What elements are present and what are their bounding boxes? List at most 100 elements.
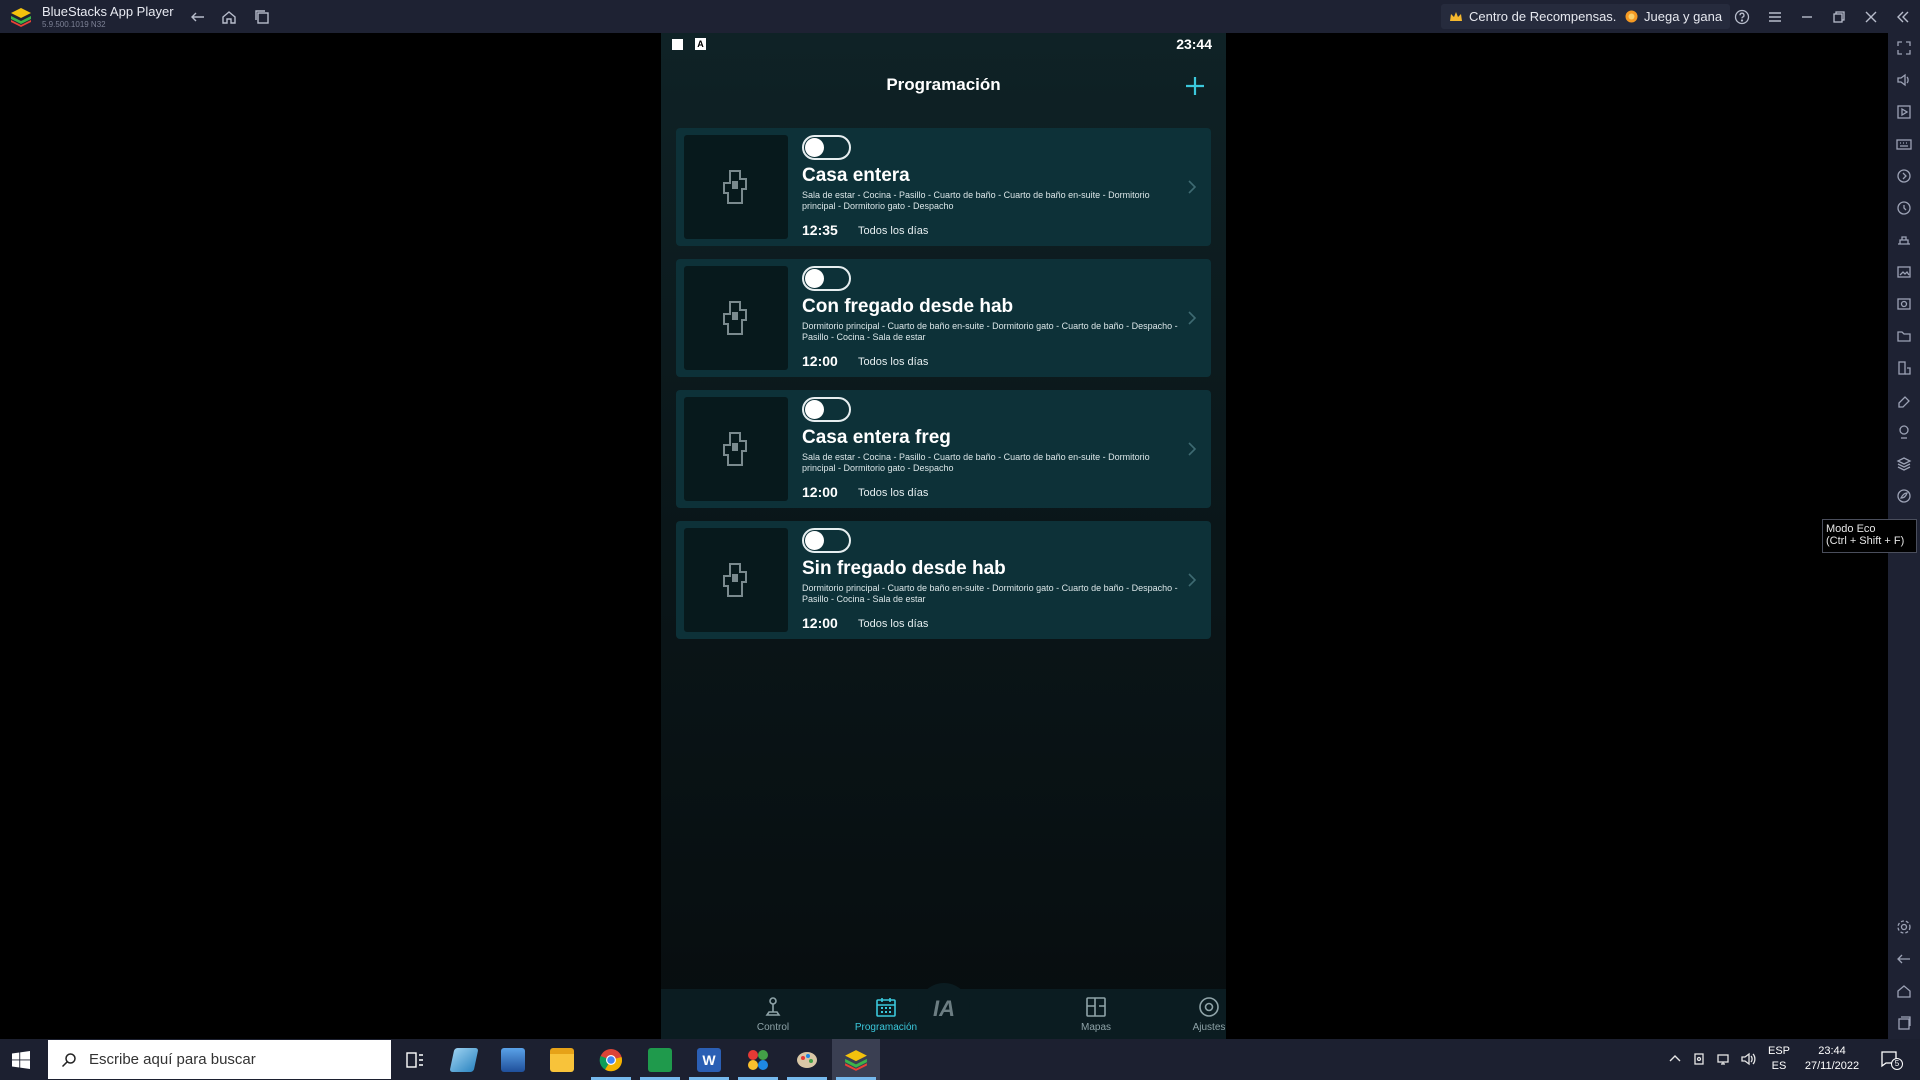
gallery-icon[interactable]	[1896, 264, 1912, 280]
toggle-knob	[805, 269, 824, 288]
schedule-title: Casa entera	[802, 165, 910, 186]
schedule-card[interactable]: Casa entera freg Sala de estar - Cocina …	[676, 390, 1211, 508]
schedule-toggle[interactable]	[802, 528, 851, 553]
schedule-toggle[interactable]	[802, 135, 851, 160]
taskbar-bluestacks-icon[interactable]	[832, 1039, 880, 1080]
minimize-icon[interactable]	[1798, 8, 1816, 26]
taskbar-search-box[interactable]: Escribe aquí para buscar	[48, 1040, 391, 1079]
recent-apps-icon[interactable]	[1896, 1015, 1912, 1031]
notification-a-icon: A	[695, 38, 706, 50]
tray-volume-icon[interactable]	[1740, 1051, 1756, 1067]
schedule-days: Todos los días	[858, 225, 929, 237]
play-and-earn-label: Juega y gana	[1644, 9, 1723, 24]
schedule-days: Todos los días	[858, 356, 929, 368]
robot-map-icon	[723, 301, 747, 335]
bluestacks-logo-icon	[11, 8, 31, 27]
screen-record-icon[interactable]	[1896, 104, 1912, 120]
multi-instance-icon[interactable]	[253, 8, 271, 26]
restore-icon[interactable]	[1830, 8, 1848, 26]
layers-icon[interactable]	[1896, 456, 1912, 472]
tooltip-shortcut: (Ctrl + Shift + F)	[1826, 535, 1905, 547]
screenshot-icon[interactable]	[1896, 296, 1912, 312]
taskbar-app-paint-icon[interactable]	[783, 1039, 831, 1080]
location-icon[interactable]	[1896, 424, 1912, 440]
taskbar-app-notes-icon[interactable]	[440, 1039, 488, 1080]
notifications-icon[interactable]: 5	[1880, 1050, 1903, 1070]
notification-square-icon	[672, 39, 683, 50]
close-icon[interactable]	[1862, 8, 1880, 26]
taskbar-chrome-icon[interactable]	[587, 1039, 635, 1080]
schedule-title: Casa entera freg	[802, 427, 951, 448]
clock-time: 23:44	[1818, 1045, 1846, 1057]
language-code: ESP	[1767, 1045, 1790, 1057]
schedule-rooms: Sala de estar - Cocina - Pasillo - Cuart…	[802, 190, 1150, 211]
nav-ai-button[interactable]: IA	[918, 983, 970, 1035]
tray-network-icon[interactable]	[1716, 1051, 1732, 1067]
schedule-days: Todos los días	[858, 618, 929, 630]
install-apk-icon[interactable]	[1896, 360, 1912, 376]
schedule-card[interactable]: Sin fregado desde hab Dormitorio princip…	[676, 521, 1211, 639]
add-schedule-plus-icon[interactable]	[1182, 73, 1208, 99]
joystick-icon	[765, 997, 781, 1016]
rewards-center-button[interactable]: Centro de Recompensas.	[1441, 4, 1625, 29]
folder-icon[interactable]	[1896, 328, 1912, 344]
schedule-card[interactable]: Casa entera Sala de estar - Cocina - Pas…	[676, 128, 1211, 246]
sync-icon[interactable]	[1896, 200, 1912, 216]
nav-maps-label: Mapas	[1080, 1022, 1111, 1033]
schedule-card[interactable]: Con fregado desde hab Dormitorio princip…	[676, 259, 1211, 377]
keyboard-icon[interactable]	[1896, 136, 1912, 152]
back-arrow-icon[interactable]	[189, 8, 207, 26]
game-controls-icon[interactable]	[1896, 232, 1912, 248]
eco-mode-icon[interactable]	[1896, 488, 1912, 504]
taskbar-app-colorful-icon[interactable]	[734, 1039, 782, 1080]
taskbar-clock[interactable]: 23:44 27/11/2022	[1797, 1045, 1867, 1072]
settings-icon	[1199, 997, 1219, 1017]
taskbar-app-green-icon[interactable]	[636, 1039, 684, 1080]
tray-show-hidden-icon[interactable]	[1667, 1051, 1683, 1067]
nav-schedule[interactable]: Programación	[846, 995, 926, 1033]
erase-icon[interactable]	[1896, 392, 1912, 408]
schedule-toggle[interactable]	[802, 266, 851, 291]
menu-icon[interactable]	[1766, 8, 1784, 26]
android-screen: A 23:44 Programación Casa entera Sala de…	[661, 33, 1226, 1039]
nav-maps[interactable]: Mapas	[1056, 995, 1136, 1033]
windows-taskbar: Escribe aquí para buscar W ESP ES 23:44 …	[0, 1039, 1920, 1080]
help-icon[interactable]	[1733, 8, 1751, 26]
tray-meet-icon[interactable]	[1692, 1051, 1708, 1067]
bluestacks-title-bar: BlueStacks App Player 5.9.500.1019 N32 C…	[0, 0, 1920, 33]
toggle-knob	[805, 531, 824, 550]
volume-icon[interactable]	[1896, 72, 1912, 88]
android-back-icon[interactable]	[1896, 951, 1912, 967]
settings-gear-icon[interactable]	[1896, 919, 1912, 935]
nav-control[interactable]: Control	[733, 995, 813, 1033]
macro-icon[interactable]	[1896, 168, 1912, 184]
taskbar-word-icon[interactable]: W	[685, 1039, 733, 1080]
tooltip-title: Modo Eco	[1826, 523, 1876, 535]
collapse-sidebar-icon[interactable]	[1894, 8, 1912, 26]
nav-settings-label: Ajustes	[1192, 1022, 1226, 1033]
window-title: BlueStacks App Player	[42, 4, 174, 19]
task-view-icon[interactable]	[391, 1039, 439, 1080]
play-and-earn-button[interactable]: Juega y gana	[1617, 4, 1731, 29]
map-icon	[1086, 997, 1106, 1017]
schedule-title: Sin fregado desde hab	[802, 558, 1006, 579]
fullscreen-icon[interactable]	[1896, 40, 1912, 56]
clock-date: 27/11/2022	[1804, 1060, 1860, 1072]
windows-start-icon[interactable]	[12, 1051, 30, 1069]
android-home-icon[interactable]	[1896, 983, 1912, 999]
taskbar-app-network-icon[interactable]	[489, 1039, 537, 1080]
schedule-toggle[interactable]	[802, 397, 851, 422]
home-icon[interactable]	[220, 8, 238, 26]
search-icon	[61, 1052, 76, 1067]
language-indicator[interactable]: ESP ES	[1765, 1045, 1793, 1072]
chevron-right-icon	[1188, 311, 1197, 325]
robot-map-icon	[723, 563, 747, 597]
schedule-rooms: Sala de estar - Cocina - Pasillo - Cuart…	[802, 452, 1150, 473]
status-time: 23:44	[1176, 36, 1212, 52]
toggle-knob	[805, 138, 824, 157]
crown-icon	[1450, 11, 1462, 21]
taskbar-file-explorer-icon[interactable]	[538, 1039, 586, 1080]
nav-settings[interactable]: Ajustes	[1169, 995, 1226, 1033]
nav-control-label: Control	[756, 1022, 790, 1033]
rewards-center-label: Centro de Recompensas.	[1469, 9, 1617, 24]
